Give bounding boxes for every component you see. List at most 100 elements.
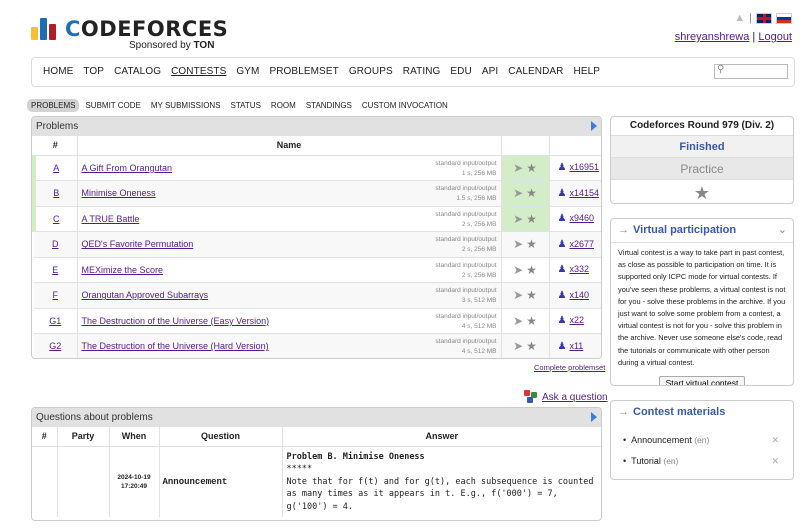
problem-name-link[interactable]: The Destruction of the Universe (Easy Ve… — [82, 316, 270, 326]
solved-count-link[interactable]: x14154 — [569, 188, 599, 198]
material-item[interactable]: Tutorial (en)✕ — [623, 456, 793, 477]
start-virtual-contest-button[interactable]: Start virtual contest — [659, 376, 745, 385]
sponsor-text: Sponsored by TON — [129, 40, 215, 51]
round-title[interactable]: Codeforces Round 979 (Div. 2) — [611, 117, 793, 136]
submit-plane-icon[interactable]: ➤ — [513, 339, 523, 353]
favorite-star-icon[interactable]: ★ — [526, 288, 537, 302]
problem-solved-count: ♟ x332 — [549, 257, 601, 283]
nav-item-catalog[interactable]: CATALOG — [114, 66, 161, 77]
problem-index-link[interactable]: A — [53, 163, 59, 173]
complete-problemset-link[interactable]: Complete problemset — [534, 363, 605, 372]
close-icon[interactable]: ✕ — [771, 456, 779, 467]
problem-row: E MEXimize the Score standard input/output… — [34, 257, 601, 283]
subtab-problems[interactable]: PROBLEMS — [27, 99, 80, 112]
subtab-submit-code[interactable]: SUBMIT CODE — [81, 99, 144, 112]
header-tools: ▲ | — [734, 12, 792, 24]
logout-link[interactable]: Logout — [758, 31, 792, 43]
favorite-star-icon[interactable]: ★ — [611, 180, 793, 203]
problem-index-link[interactable]: G2 — [49, 341, 61, 351]
nav-item-rating[interactable]: RATING — [403, 66, 441, 77]
problem-name-cell: A TRUE Battle standard input/output 2 s, 2… — [77, 206, 502, 232]
nav-item-edu[interactable]: EDU — [450, 66, 471, 77]
username-link[interactable]: shreyanshrewa — [675, 31, 750, 43]
solved-count-link[interactable]: x9460 — [569, 213, 594, 223]
solved-count-link[interactable]: x11 — [569, 341, 583, 351]
problem-name-link[interactable]: A TRUE Battle — [82, 214, 140, 224]
favorite-star-icon[interactable]: ★ — [526, 314, 537, 328]
logo-bars-icon — [31, 18, 59, 40]
submit-plane-icon[interactable]: ➤ — [513, 263, 523, 277]
col-index: # — [34, 136, 78, 156]
search-input[interactable]: ⚲ — [714, 64, 788, 79]
bell-icon[interactable]: ▲ — [734, 12, 745, 24]
ask-question[interactable]: Ask a question — [524, 390, 608, 404]
problem-name-link[interactable]: A Gift From Orangutan — [82, 163, 173, 173]
expand-arrow-icon[interactable] — [591, 121, 597, 131]
problem-name-cell: A Gift From Orangutan standard input/outp… — [77, 155, 502, 181]
subtab-my-submissions[interactable]: MY SUBMISSIONS — [147, 99, 225, 112]
problem-limits: standard input/output 2 s, 256 MB — [435, 261, 497, 279]
submit-plane-icon[interactable]: ➤ — [513, 186, 523, 200]
problem-index-link[interactable]: C — [53, 214, 60, 224]
problem-name-link[interactable]: QED's Favorite Permutation — [82, 239, 194, 249]
problem-index-link[interactable]: D — [52, 239, 59, 249]
practice-button[interactable]: Practice — [611, 158, 793, 180]
submit-plane-icon[interactable]: ➤ — [513, 161, 523, 175]
solved-count-link[interactable]: x140 — [569, 290, 589, 300]
nav-item-home[interactable]: HOME — [43, 66, 73, 77]
problem-index: B — [32, 180, 78, 207]
ask-question-link[interactable]: Ask a question — [542, 392, 608, 403]
chevron-down-icon[interactable]: ⌄ — [778, 223, 787, 236]
solved-count-link[interactable]: x22 — [569, 315, 584, 325]
submit-plane-icon[interactable]: ➤ — [513, 314, 523, 328]
subtab-standings[interactable]: STANDINGS — [302, 99, 356, 112]
submit-plane-icon[interactable]: ➤ — [513, 288, 523, 302]
favorite-star-icon[interactable]: ★ — [526, 161, 537, 175]
user-icon: ♟ — [557, 213, 567, 225]
close-icon[interactable]: ✕ — [771, 435, 779, 446]
nav-item-help[interactable]: HELP — [574, 66, 601, 77]
material-item[interactable]: Announcement (en)✕ — [623, 435, 793, 456]
nav-item-problemset[interactable]: PROBLEMSET — [269, 66, 338, 77]
nav-item-top[interactable]: TOP — [83, 66, 104, 77]
nav-item-groups[interactable]: GROUPS — [349, 66, 393, 77]
solved-count-link[interactable]: x2677 — [569, 239, 594, 249]
russian-flag-icon[interactable] — [776, 12, 792, 24]
arrow-right-icon: → — [618, 406, 629, 418]
favorite-star-icon[interactable]: ★ — [526, 212, 537, 226]
problem-index-link[interactable]: E — [52, 265, 58, 275]
col-name: Name — [77, 136, 502, 156]
problem-name-link[interactable]: The Destruction of the Universe (Hard Ve… — [82, 341, 269, 351]
nav-item-gym[interactable]: GYM — [236, 66, 259, 77]
problem-limits: standard input/output 4 s, 512 MB — [435, 338, 497, 355]
english-flag-icon[interactable] — [756, 12, 772, 24]
solved-count-link[interactable]: x16951 — [569, 162, 599, 172]
favorite-star-icon[interactable]: ★ — [526, 237, 537, 251]
submit-plane-icon[interactable]: ➤ — [513, 237, 523, 251]
codeforces-logo[interactable]: CODEFORCES Sponsored by TON — [31, 12, 231, 52]
nav-item-contests[interactable]: CONTESTS — [171, 66, 226, 77]
favorite-star-icon[interactable]: ★ — [526, 339, 537, 353]
problem-limits: standard input/output 2 s, 256 MB — [435, 236, 497, 253]
header-separator: | — [749, 12, 752, 24]
submit-plane-icon[interactable]: ➤ — [513, 212, 523, 226]
questions-box: Questions about problems # Party When Qu… — [31, 407, 602, 521]
expand-arrow-icon[interactable] — [591, 412, 597, 422]
problem-name-link[interactable]: Minimise Oneness — [82, 188, 156, 198]
nav-item-api[interactable]: API — [482, 66, 498, 77]
problem-index-link[interactable]: G1 — [49, 316, 61, 326]
virtual-participation-text: Virtual contest is a way to take part in… — [618, 248, 786, 367]
solved-count-link[interactable]: x332 — [569, 264, 589, 274]
problem-name-link[interactable]: MEXimize the Score — [82, 265, 164, 275]
favorite-star-icon[interactable]: ★ — [526, 263, 537, 277]
problem-row: F Orangutan Approved Subarrays standard in… — [34, 282, 601, 309]
subtab-status[interactable]: STATUS — [227, 99, 265, 112]
problem-index-link[interactable]: B — [53, 188, 59, 198]
favorite-star-icon[interactable]: ★ — [526, 186, 537, 200]
user-icon: ♟ — [557, 238, 567, 250]
nav-item-calendar[interactable]: CALENDAR — [508, 66, 563, 77]
problem-name-link[interactable]: Orangutan Approved Subarrays — [82, 290, 209, 300]
subtab-room[interactable]: ROOM — [267, 99, 300, 112]
problem-index-link[interactable]: F — [53, 290, 59, 300]
subtab-custom-invocation[interactable]: CUSTOM INVOCATION — [358, 99, 452, 112]
